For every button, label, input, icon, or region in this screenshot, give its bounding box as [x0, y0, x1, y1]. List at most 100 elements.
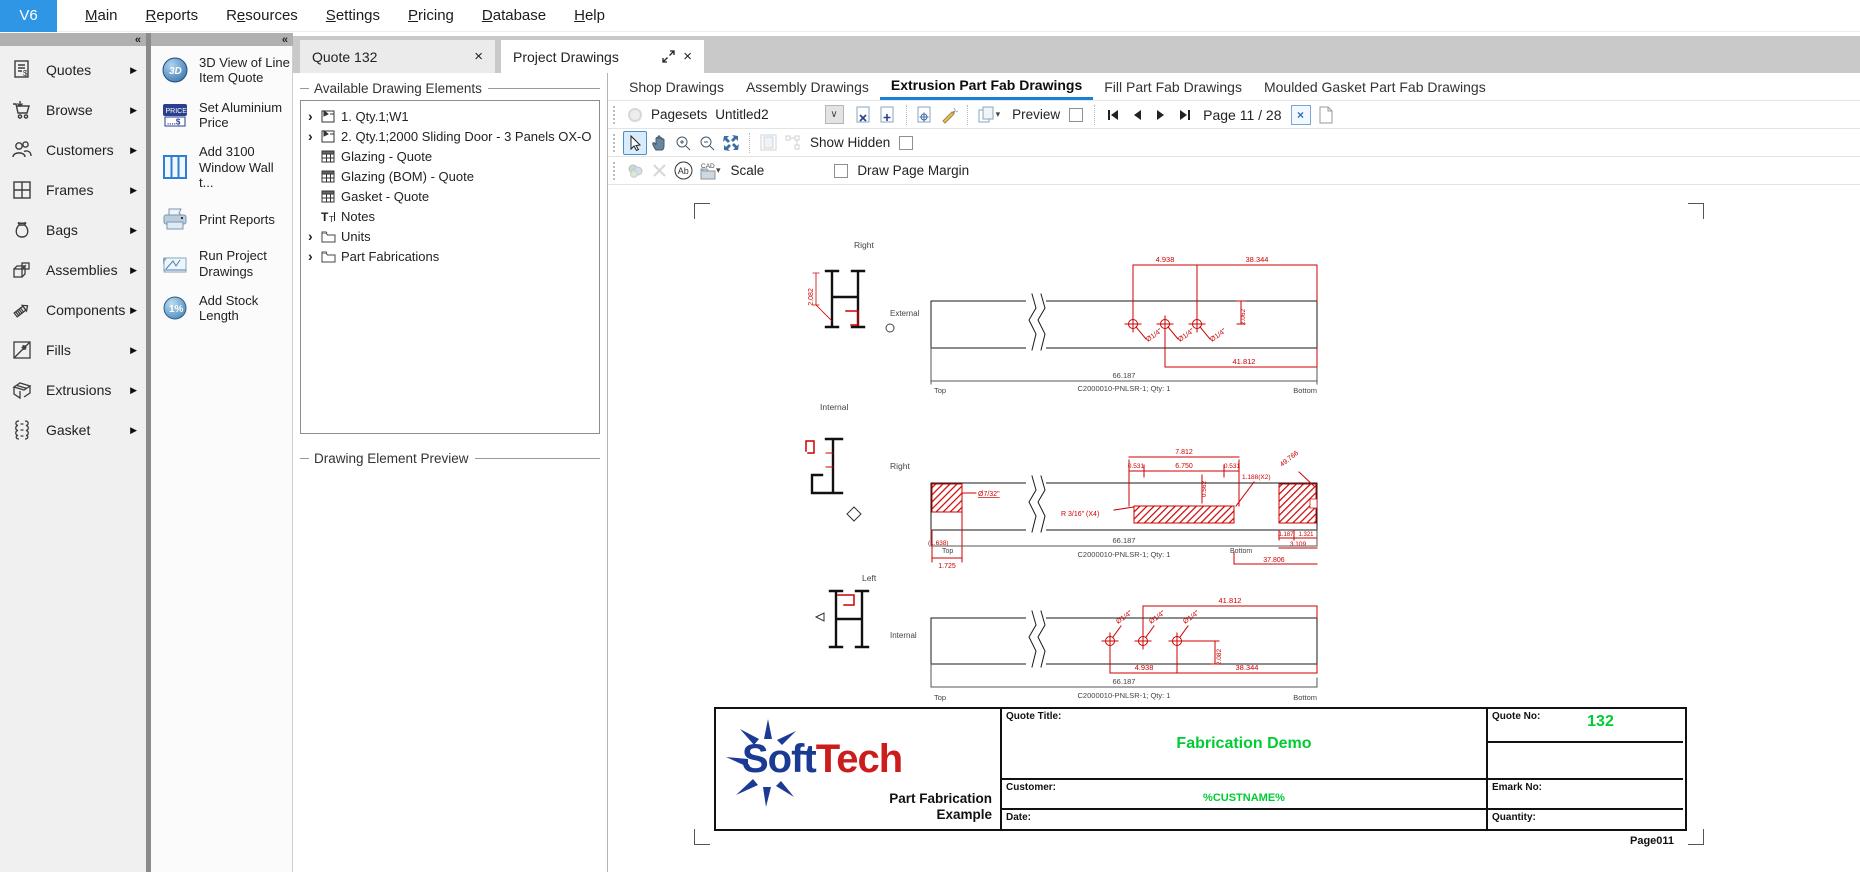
- svg-text:Internal: Internal: [820, 402, 848, 412]
- menu-item-database[interactable]: Database: [482, 7, 546, 24]
- collapse-sidebar-icon[interactable]: «: [135, 34, 141, 45]
- delete-page-button[interactable]: [852, 103, 876, 127]
- drawing-canvas[interactable]: Right 2.082 External 4.938 38.344 2.062 …: [608, 186, 1860, 872]
- element-preview-legend: Drawing Element Preview: [293, 443, 607, 470]
- collapse-actions-icon[interactable]: «: [282, 34, 288, 45]
- svg-text:0.531: 0.531: [1128, 463, 1145, 470]
- app-logo[interactable]: V6: [0, 0, 57, 32]
- svg-text:Bottom: Bottom: [1293, 693, 1317, 702]
- tree-item-frame-1[interactable]: › 1. Qty.1;W1: [303, 106, 597, 126]
- sidebar-item-gasket[interactable]: Gasket ▶: [0, 410, 146, 450]
- sidebar-item-quotes[interactable]: $ Quotes ▶: [0, 50, 146, 90]
- tree-item-part-fabrications[interactable]: › Part Fabrications: [303, 246, 597, 266]
- wand-button[interactable]: [937, 103, 961, 127]
- action-set-aluminium-price[interactable]: PRICE ....$ Set Aluminium Price: [151, 93, 292, 138]
- notes-icon: TT: [321, 210, 336, 223]
- tab-assembly-drawings[interactable]: Assembly Drawings: [735, 73, 880, 100]
- sidebar-item-components[interactable]: Components ▶: [0, 290, 146, 330]
- svg-text:Bottom: Bottom: [1230, 548, 1252, 555]
- tab-fill-part-fab-drawings[interactable]: Fill Part Fab Drawings: [1093, 73, 1253, 100]
- toolbar-grip[interactable]: [613, 161, 617, 180]
- sidebar-item-browse[interactable]: Browse ▶: [0, 90, 146, 130]
- tree-item-gasket-quote[interactable]: Gasket - Quote: [303, 186, 597, 206]
- action-add-stock-length[interactable]: 1% Add Stock Length: [151, 286, 292, 331]
- previous-page-button[interactable]: [1125, 103, 1149, 127]
- svg-text:PRICE: PRICE: [166, 108, 188, 115]
- menu-item-settings[interactable]: Settings: [326, 7, 380, 24]
- tab-project-drawings[interactable]: Project Drawings ×: [501, 40, 704, 73]
- copy-page-button[interactable]: [974, 103, 998, 127]
- last-page-button[interactable]: [1173, 103, 1197, 127]
- menu-item-reports[interactable]: Reports: [146, 7, 199, 24]
- tree-item-glazing-bom-quote[interactable]: Glazing (BOM) - Quote: [303, 166, 597, 186]
- add-page-button[interactable]: [876, 103, 900, 127]
- action-run-project-drawings[interactable]: Run Project Drawings: [151, 241, 292, 286]
- sidebar-item-extrusions[interactable]: Extrusions ▶: [0, 370, 146, 410]
- expand-chevron-icon[interactable]: ›: [308, 229, 321, 243]
- action-add-3100-window-wall[interactable]: Add 3100 Window Wall t...: [151, 137, 292, 197]
- select-tool-button[interactable]: [623, 130, 647, 155]
- show-hidden-checkbox[interactable]: [899, 135, 914, 150]
- tab-moulded-gasket-part-fab-drawings[interactable]: Moulded Gasket Part Fab Drawings: [1253, 73, 1497, 100]
- svg-text:7.812: 7.812: [1175, 449, 1193, 456]
- date-label: Date:: [1006, 812, 1032, 823]
- company-logo: SoftTech Part Fabrication Example: [716, 709, 1000, 829]
- pageset-dropdown-button[interactable]: ∨: [824, 105, 844, 124]
- tree-item-units[interactable]: › Units: [303, 226, 597, 246]
- tab-shop-drawings[interactable]: Shop Drawings: [618, 73, 735, 100]
- tab-quote-132[interactable]: Quote 132 ×: [300, 40, 495, 73]
- pageset-value[interactable]: Untitled2: [715, 107, 768, 122]
- first-page-button[interactable]: [1101, 103, 1125, 127]
- drawing-elements-tree[interactable]: › 1. Qty.1;W1 › 2. Qty.1;2000 Sliding Do…: [300, 100, 600, 434]
- draw-page-margin-checkbox[interactable]: [834, 163, 849, 178]
- page-target-button[interactable]: [913, 103, 937, 127]
- menu-label-part: S: [325, 7, 336, 24]
- legend-text: Drawing Element Preview: [314, 451, 469, 466]
- toolbar-separator: [905, 104, 907, 125]
- sidebar-item-fills[interactable]: Fills ▶: [0, 330, 146, 370]
- next-page-button[interactable]: [1149, 103, 1173, 127]
- menu-bar: V6 Main Reports Resources Settings Prici…: [0, 0, 1860, 32]
- toolbar-grip[interactable]: [613, 105, 617, 124]
- tree-item-label: Notes: [341, 208, 375, 224]
- sidebar-item-bags[interactable]: Bags ▶: [0, 210, 146, 250]
- preview-checkbox[interactable]: [1069, 107, 1084, 122]
- logo-soft: Soft: [742, 737, 817, 781]
- expand-tab-icon[interactable]: [662, 50, 675, 63]
- drawing-elements-panel: Available Drawing Elements › 1. Qty.1;W1…: [293, 73, 608, 872]
- svg-text:2.062: 2.062: [1240, 308, 1247, 325]
- menu-item-help[interactable]: Help: [574, 7, 605, 24]
- sidebar-item-customers[interactable]: Customers ▶: [0, 130, 146, 170]
- toolbar-grip[interactable]: [613, 133, 617, 152]
- tree-item-notes[interactable]: TT Notes: [303, 206, 597, 226]
- close-icon[interactable]: ×: [474, 49, 483, 64]
- ab-text-button[interactable]: Ab: [671, 159, 695, 183]
- tab-extrusion-part-fab-drawings[interactable]: Extrusion Part Fab Drawings: [879, 73, 1094, 100]
- sidebar-item-frames[interactable]: Frames ▶: [0, 170, 146, 210]
- dropdown-arrow-icon[interactable]: ▾: [716, 165, 721, 176]
- close-icon[interactable]: ×: [683, 49, 692, 64]
- action-3d-view[interactable]: 3D 3D View of Line Item Quote: [151, 48, 292, 93]
- zoom-out-button[interactable]: [695, 131, 719, 155]
- tree-item-frame-2[interactable]: › 2. Qty.1;2000 Sliding Door - 3 Panels …: [303, 126, 597, 146]
- expand-chevron-icon[interactable]: ›: [308, 109, 321, 123]
- logo-subtitle-line: Part Fabrication: [889, 790, 992, 806]
- new-page-icon[interactable]: [1314, 103, 1338, 127]
- sidebar-item-assemblies[interactable]: Assemblies ▶: [0, 250, 146, 290]
- drawing-category-tabs: Shop Drawings Assembly Drawings Extrusio…: [608, 73, 1860, 101]
- toolbar-separator: [1094, 104, 1096, 125]
- title-block-right: Quote No: 132 Emark No: Quantity:: [1488, 709, 1683, 829]
- zoom-fit-button[interactable]: [719, 131, 743, 155]
- menu-item-main[interactable]: Main: [85, 7, 118, 24]
- customer-value: %CUSTNAME%: [1203, 792, 1285, 804]
- tree-item-glazing-quote[interactable]: Glazing - Quote: [303, 146, 597, 166]
- close-page-button[interactable]: ×: [1290, 104, 1311, 125]
- action-print-reports[interactable]: Print Reports: [151, 197, 292, 241]
- pan-tool-button[interactable]: [647, 131, 671, 155]
- expand-chevron-icon[interactable]: ›: [308, 129, 321, 143]
- dropdown-arrow-icon[interactable]: ▾: [996, 109, 1001, 120]
- zoom-in-button[interactable]: [671, 131, 695, 155]
- menu-item-pricing[interactable]: Pricing: [408, 7, 454, 24]
- expand-chevron-icon[interactable]: ›: [308, 249, 321, 263]
- menu-item-resources[interactable]: Resources: [226, 7, 298, 24]
